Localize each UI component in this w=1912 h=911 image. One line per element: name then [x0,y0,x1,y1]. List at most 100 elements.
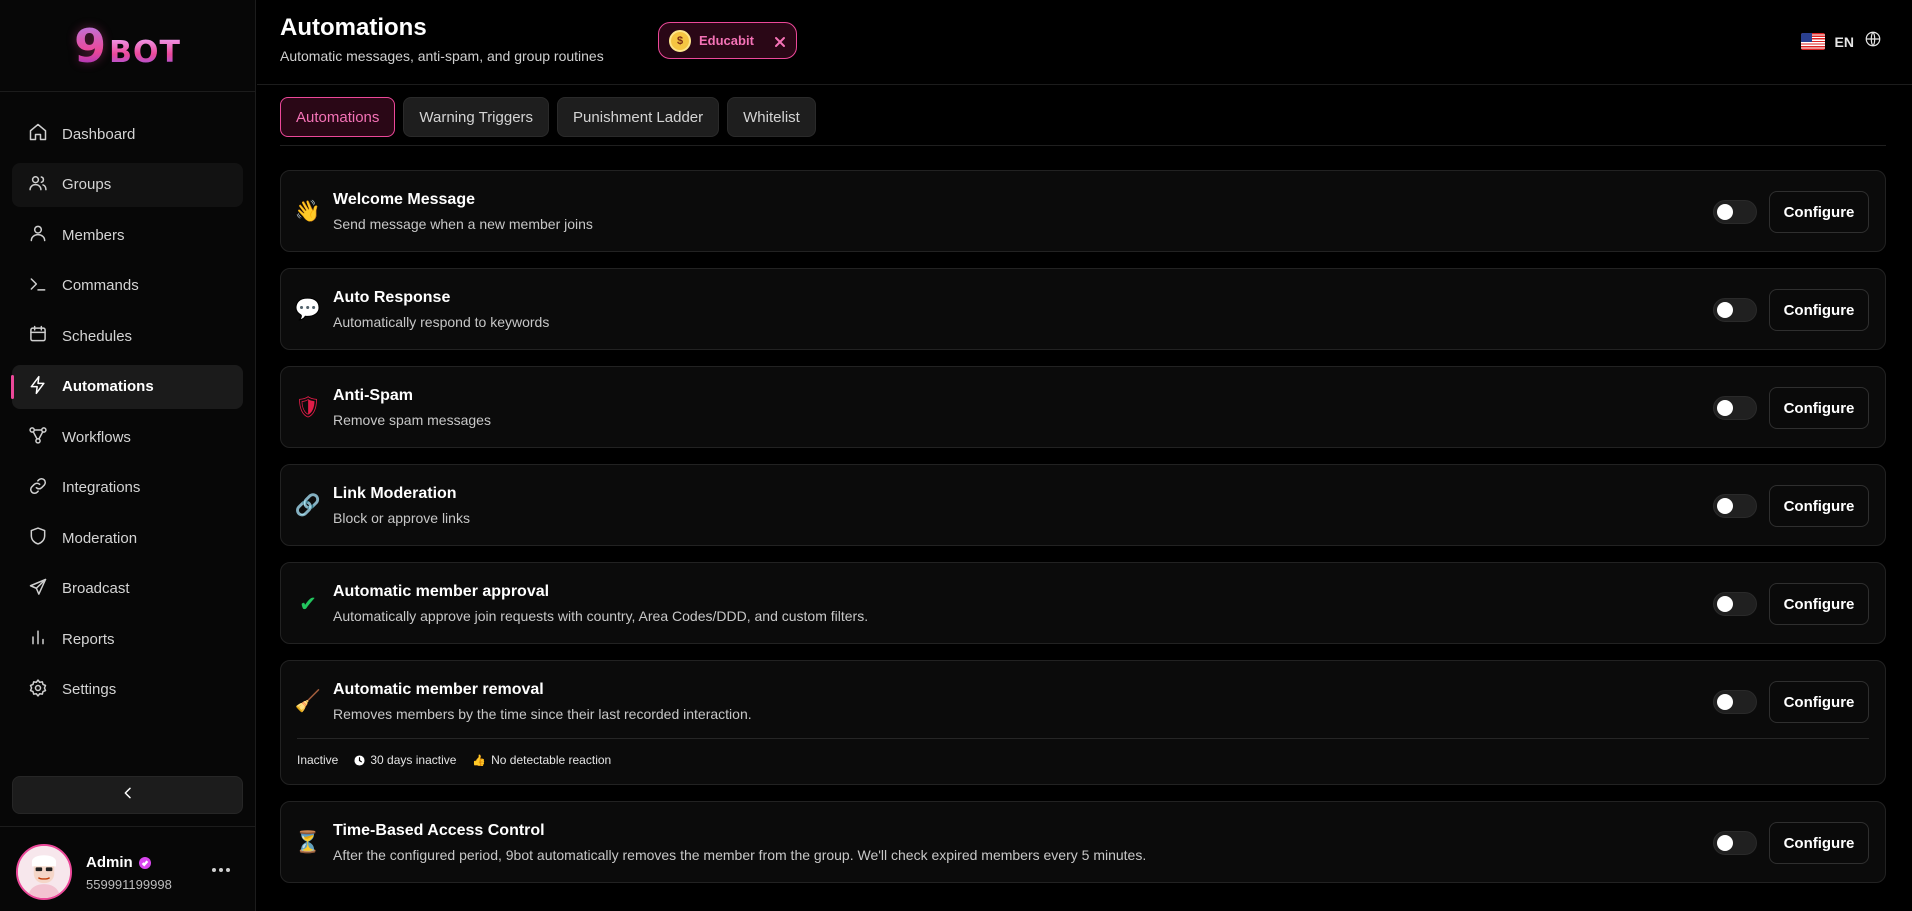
automation-card-anti-spam: 🛡 Anti-Spam Remove spam messages Configu… [280,366,1886,448]
automation-tabs: Automations Warning Triggers Punishment … [280,97,816,137]
brand-logo[interactable]: 9 BOT [74,19,181,73]
language-selector[interactable]: EN [1800,30,1882,53]
waving-hand-icon: 👋 [294,200,322,223]
page-header: Automations Automatic messages, anti-spa… [257,0,1912,85]
member-approval-toggle[interactable] [1713,592,1757,616]
card-description: Remove spam messages [333,412,491,428]
collapse-sidebar-button[interactable] [12,776,243,814]
sidebar-item-broadcast[interactable]: Broadcast [12,567,243,611]
reaction-info: 👍 No detectable reaction [472,753,611,767]
automation-list: 👋 Welcome Message Send message when a ne… [280,170,1886,899]
bar-chart-icon [28,627,48,651]
auto-response-toggle[interactable] [1713,298,1757,322]
sidebar-item-label: Moderation [62,529,138,547]
users-icon [28,173,48,197]
terminal-icon [28,274,48,298]
speech-bubble-icon: 💬 [294,298,322,321]
tab-punishment-ladder[interactable]: Punishment Ladder [557,97,720,137]
automation-card-member-approval: ✔ Automatic member approval Automaticall… [280,562,1886,644]
link-moderation-toggle[interactable] [1713,494,1757,518]
tab-warning-triggers[interactable]: Warning Triggers [403,97,550,137]
gear-icon [28,678,48,702]
sidebar-item-commands[interactable]: Commands [12,264,243,308]
tab-whitelist[interactable]: Whitelist [727,97,816,137]
home-icon [28,122,48,146]
page-subtitle: Automatic messages, anti-spam, and group… [280,48,604,64]
card-title: Welcome Message [333,191,475,208]
sidebar-item-schedules[interactable]: Schedules [12,314,243,358]
automation-card-auto-response: 💬 Auto Response Automatically respond to… [280,268,1886,350]
sidebar-item-members[interactable]: Members [12,213,243,257]
configure-button[interactable]: Configure [1769,387,1869,429]
language-label: EN [1834,33,1854,50]
card-description: Automatically respond to keywords [333,314,550,330]
tab-automations[interactable]: Automations [280,97,396,137]
sidebar-item-label: Schedules [62,327,133,345]
user-profile: Admin 559991199998 [0,826,256,911]
automation-card-welcome-message: 👋 Welcome Message Send message when a ne… [280,170,1886,252]
tabs-divider [280,145,1886,146]
card-description: Automatically approve join requests with… [333,608,869,624]
card-description: Removes members by the time since their … [333,706,752,722]
anti-spam-toggle[interactable] [1713,396,1757,420]
selected-group-chip[interactable]: $ Educabit [658,22,797,59]
card-title: Automatic member approval [333,583,550,600]
configure-button[interactable]: Configure [1769,191,1869,233]
configure-button[interactable]: Configure [1769,583,1869,625]
welcome-message-toggle[interactable] [1713,200,1757,224]
chevron-left-icon [120,785,136,806]
card-description: Block or approve links [333,510,470,526]
sidebar-item-automations[interactable]: Automations [11,364,243,409]
configure-button[interactable]: Configure [1769,822,1869,864]
automation-card-member-removal: 🧹 Automatic member removal Removes membe… [280,660,1886,785]
card-title: Anti-Spam [333,387,413,404]
broom-icon: 🧹 [294,690,322,713]
configure-button[interactable]: Configure [1769,289,1869,331]
calendar-icon [28,324,48,348]
zap-icon [28,375,48,399]
shield-icon: 🛡 [294,396,322,419]
sidebar-item-label: Commands [62,277,139,294]
automation-card-time-based-access: ⏳ Time-Based Access Control After the co… [280,801,1886,883]
sidebar-item-label: Automations [62,378,154,395]
avatar[interactable] [16,844,72,900]
user-name: Admin [86,854,151,871]
card-title: Link Moderation [333,485,457,502]
inactive-days-label: 30 days inactive [370,753,457,767]
sidebar-nav: Dashboard Groups Members Commands Schedu… [11,112,243,718]
time-based-access-toggle[interactable] [1713,831,1757,855]
card-title: Time-Based Access Control [333,822,545,839]
sidebar-item-reports[interactable]: Reports [12,617,243,661]
sidebar-item-label: Dashboard [62,125,136,143]
hourglass-icon: ⏳ [294,831,322,854]
card-description: Send message when a new member joins [333,216,593,232]
more-options-icon[interactable] [212,864,230,876]
sidebar-item-label: Broadcast [62,580,130,597]
group-chip-label: Educabit [699,33,754,48]
sidebar-item-moderation[interactable]: Moderation [12,516,243,560]
sidebar-item-label: Groups [62,176,112,193]
card-title: Auto Response [333,289,451,306]
configure-button[interactable]: Configure [1769,485,1869,527]
removal-meta: Inactive 30 days inactive 👍 No detectabl… [297,753,611,767]
link-icon: 🔗 [294,494,322,517]
reaction-label: No detectable reaction [491,753,612,767]
inactive-days-info: 30 days inactive [354,753,456,767]
sidebar-item-workflows[interactable]: Workflows [12,415,243,459]
status-badge: Inactive [297,753,339,767]
sidebar-item-settings[interactable]: Settings [12,668,243,712]
member-removal-toggle[interactable] [1713,690,1757,714]
workflow-icon [28,425,48,449]
automation-card-link-moderation: 🔗 Link Moderation Block or approve links… [280,464,1886,546]
sidebar-item-groups[interactable]: Groups [12,162,243,207]
user-icon [28,223,48,247]
sidebar-item-integrations[interactable]: Integrations [12,466,243,510]
link-icon [28,476,48,500]
sidebar-item-dashboard[interactable]: Dashboard [12,112,243,156]
clock-icon [354,754,365,766]
verified-badge-icon [138,856,151,869]
send-icon [28,577,48,601]
close-icon[interactable] [774,35,786,47]
card-description: After the configured period, 9bot automa… [333,847,1147,863]
configure-button[interactable]: Configure [1769,681,1869,723]
